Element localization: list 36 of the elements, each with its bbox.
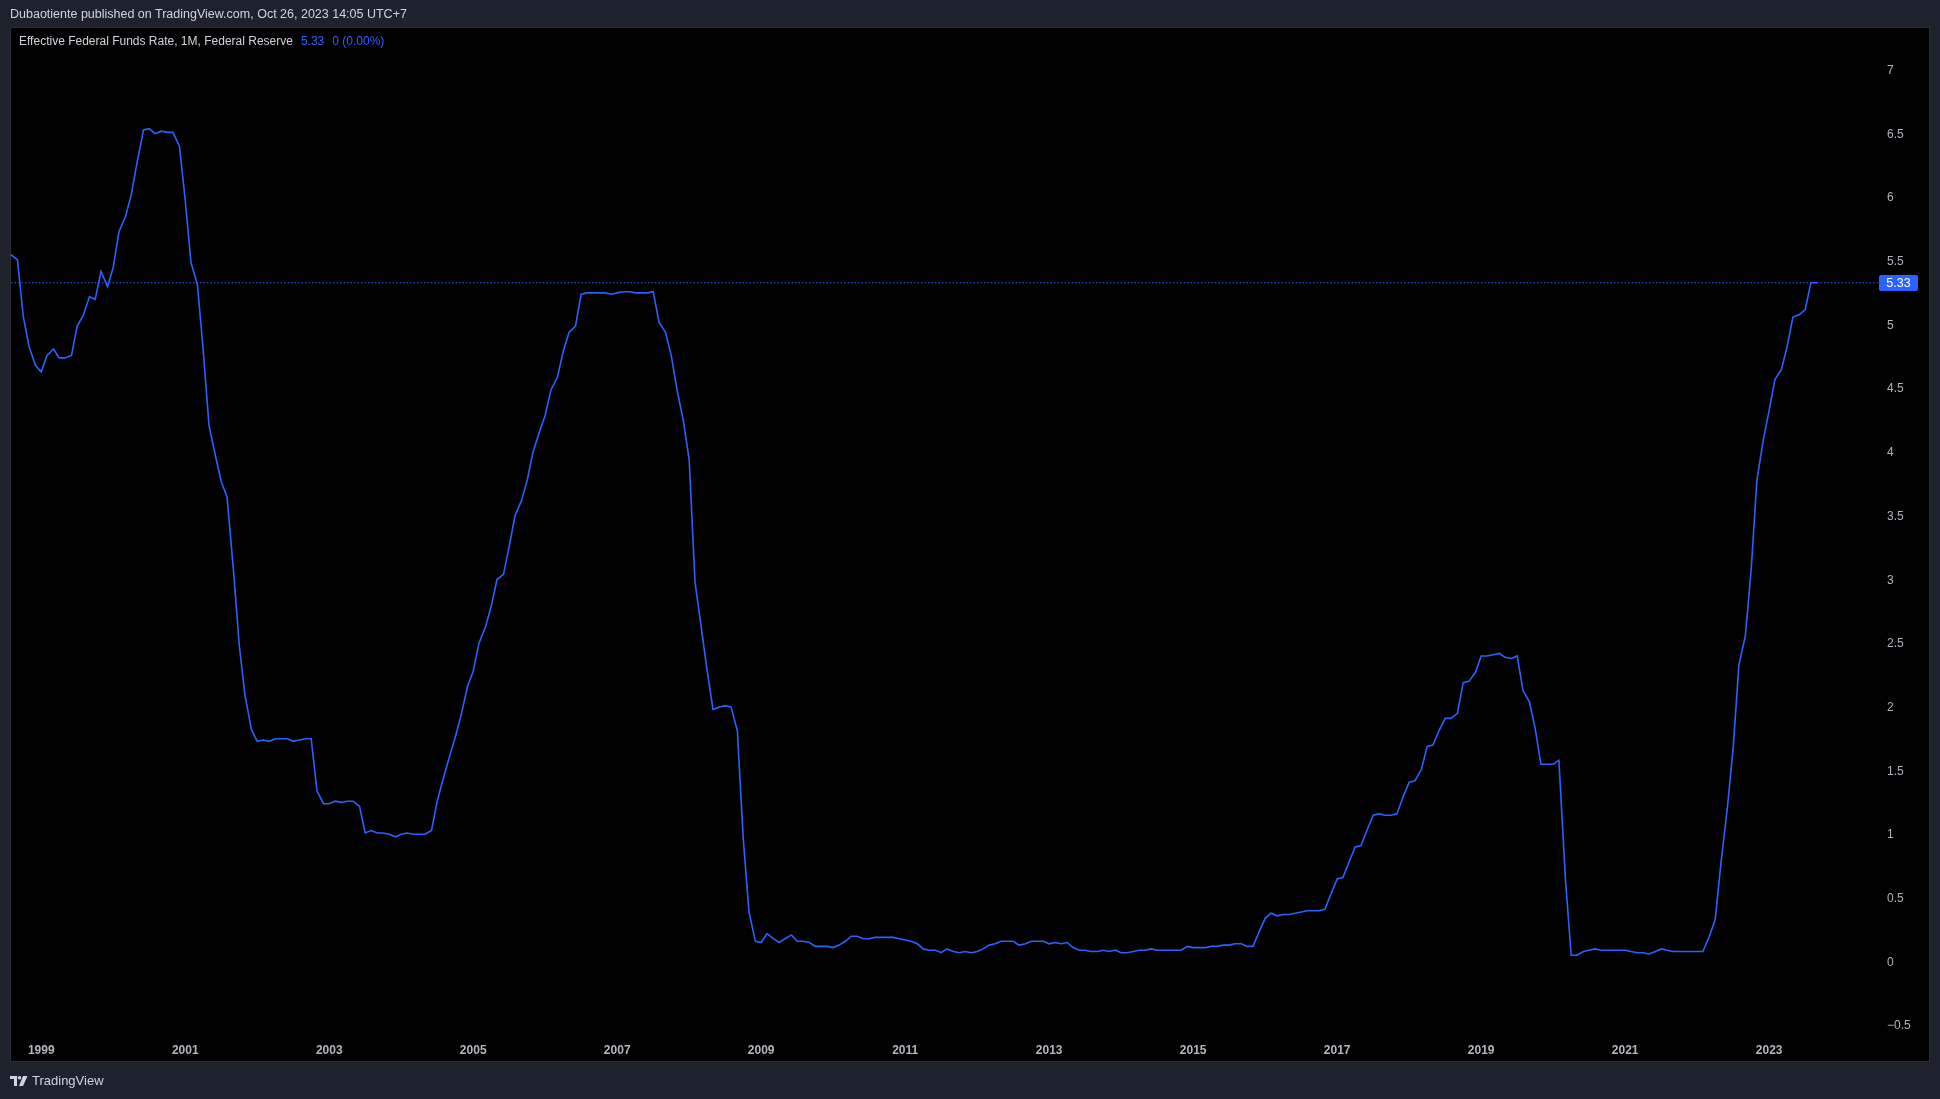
time-axis-label: 2013 [1035, 1043, 1063, 1057]
price-axis-label: 2 [1887, 699, 1894, 714]
price-axis-label: 5 [1887, 317, 1894, 332]
time-axis-label: 2007 [603, 1043, 631, 1057]
time-axis-label: 2017 [1323, 1043, 1351, 1057]
price-axis-label: −0.5 [1887, 1018, 1911, 1033]
price-axis-label: 1 [1887, 827, 1894, 842]
logo-icon[interactable] [10, 1075, 28, 1086]
price-label: 5.33 [1879, 274, 1918, 291]
publication-info: Dubaotiente published on TradingView.com, Oct 26, 2023 14:05 UTC+7 [10, 6, 407, 21]
price-axis-label: 2.5 [1887, 636, 1904, 651]
time-axis-label: 2003 [315, 1043, 343, 1057]
time-axis-label: 2019 [1467, 1043, 1495, 1057]
time-axis-label: 2001 [171, 1043, 199, 1057]
price-axis-label: 4 [1887, 445, 1894, 460]
price-axis-label: 6 [1887, 190, 1894, 205]
brand-name[interactable]: TradingView [32, 1073, 104, 1088]
price-axis-label: 1.5 [1887, 763, 1904, 778]
price-axis-label: 5.5 [1887, 254, 1904, 269]
time-axis-label: 2009 [747, 1043, 775, 1057]
time-axis-label: 2011 [892, 1043, 919, 1057]
price-axis-label: 3 [1887, 572, 1894, 587]
time-axis-label: 2005 [459, 1043, 487, 1057]
series-change: 0 (0.00%) [332, 34, 385, 48]
series-value: 5.33 [300, 34, 325, 48]
time-axis-label: 1999 [27, 1043, 55, 1057]
time-axis-label: 2015 [1179, 1043, 1207, 1057]
price-axis-label: 4.5 [1887, 381, 1904, 396]
price-axis-label: 0 [1887, 954, 1894, 969]
series-title: Effective Federal Funds Rate, 1M, Federal Reserve [19, 34, 293, 48]
price-axis-label: 3.5 [1887, 508, 1904, 523]
price-axis-label: 6.5 [1887, 126, 1904, 141]
time-axis-label: 2023 [1755, 1043, 1783, 1057]
price-axis-label: 0.5 [1887, 890, 1904, 905]
price-axis-label: 7 [1887, 63, 1894, 78]
time-axis-label: 2021 [1611, 1043, 1639, 1057]
